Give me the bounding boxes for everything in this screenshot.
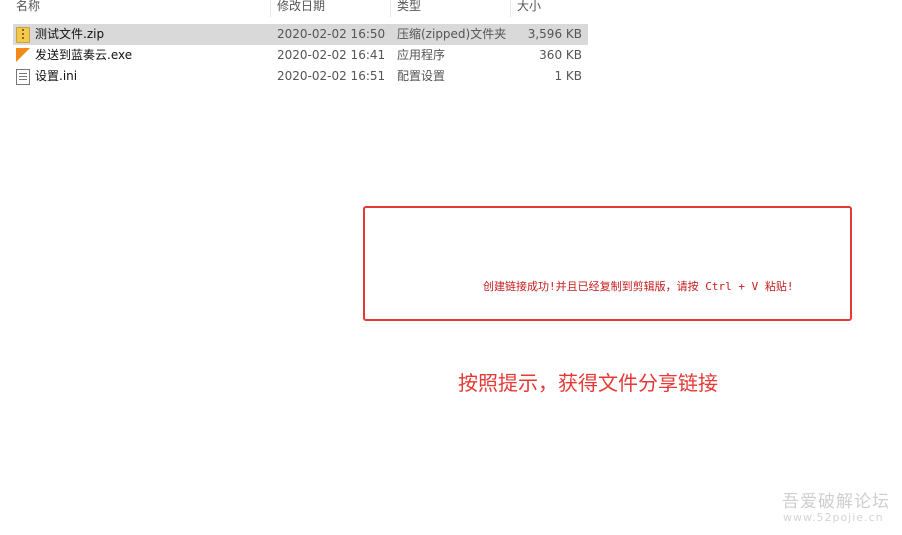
file-type: 压缩(zipped)文件夹	[397, 27, 507, 41]
instruction-caption: 按照提示，获得文件分享链接	[458, 371, 718, 395]
column-header-date[interactable]: 修改日期	[270, 0, 390, 17]
file-name-cell: 设置.ini	[16, 66, 77, 87]
column-header-name[interactable]: 名称	[10, 0, 270, 17]
watermark-title: 吾爱破解论坛	[782, 492, 890, 512]
column-header-size[interactable]: 大小	[510, 0, 590, 17]
notification-message: 创建链接成功!并且已经复制到剪辑版，请按 Ctrl + V 粘贴!	[483, 280, 794, 293]
file-size: 360 KB	[539, 48, 582, 62]
file-name-cell: 测试文件.zip	[16, 24, 104, 45]
file-row-zip[interactable]: 测试文件.zip 2020-02-02 16:50 压缩(zipped)文件夹 …	[13, 24, 588, 45]
file-name: 测试文件.zip	[35, 27, 105, 41]
watermark-url: www.52pojie.cn	[783, 511, 884, 524]
file-list-header: 名称 修改日期 类型 大小	[0, 0, 590, 17]
file-name-cell: 发送到蓝奏云.exe	[16, 45, 132, 66]
file-name: 设置.ini	[35, 69, 78, 83]
file-date: 2020-02-02 16:51	[277, 69, 386, 83]
file-name: 发送到蓝奏云.exe	[35, 48, 133, 62]
file-row-ini[interactable]: 设置.ini 2020-02-02 16:51 配置设置 1 KB	[13, 66, 588, 87]
zip-file-icon	[16, 26, 30, 43]
column-header-type[interactable]: 类型	[390, 0, 510, 17]
file-row-exe[interactable]: 发送到蓝奏云.exe 2020-02-02 16:41 应用程序 360 KB	[13, 45, 588, 66]
file-type: 配置设置	[397, 69, 446, 83]
file-date: 2020-02-02 16:50	[277, 27, 386, 41]
file-size: 3,596 KB	[527, 27, 582, 41]
ini-file-icon	[16, 68, 30, 85]
file-type: 应用程序	[397, 48, 446, 62]
exe-file-icon	[16, 47, 30, 64]
notification-box: 创建链接成功!并且已经复制到剪辑版，请按 Ctrl + V 粘贴!	[363, 206, 852, 321]
file-size: 1 KB	[554, 69, 582, 83]
file-date: 2020-02-02 16:41	[277, 48, 386, 62]
